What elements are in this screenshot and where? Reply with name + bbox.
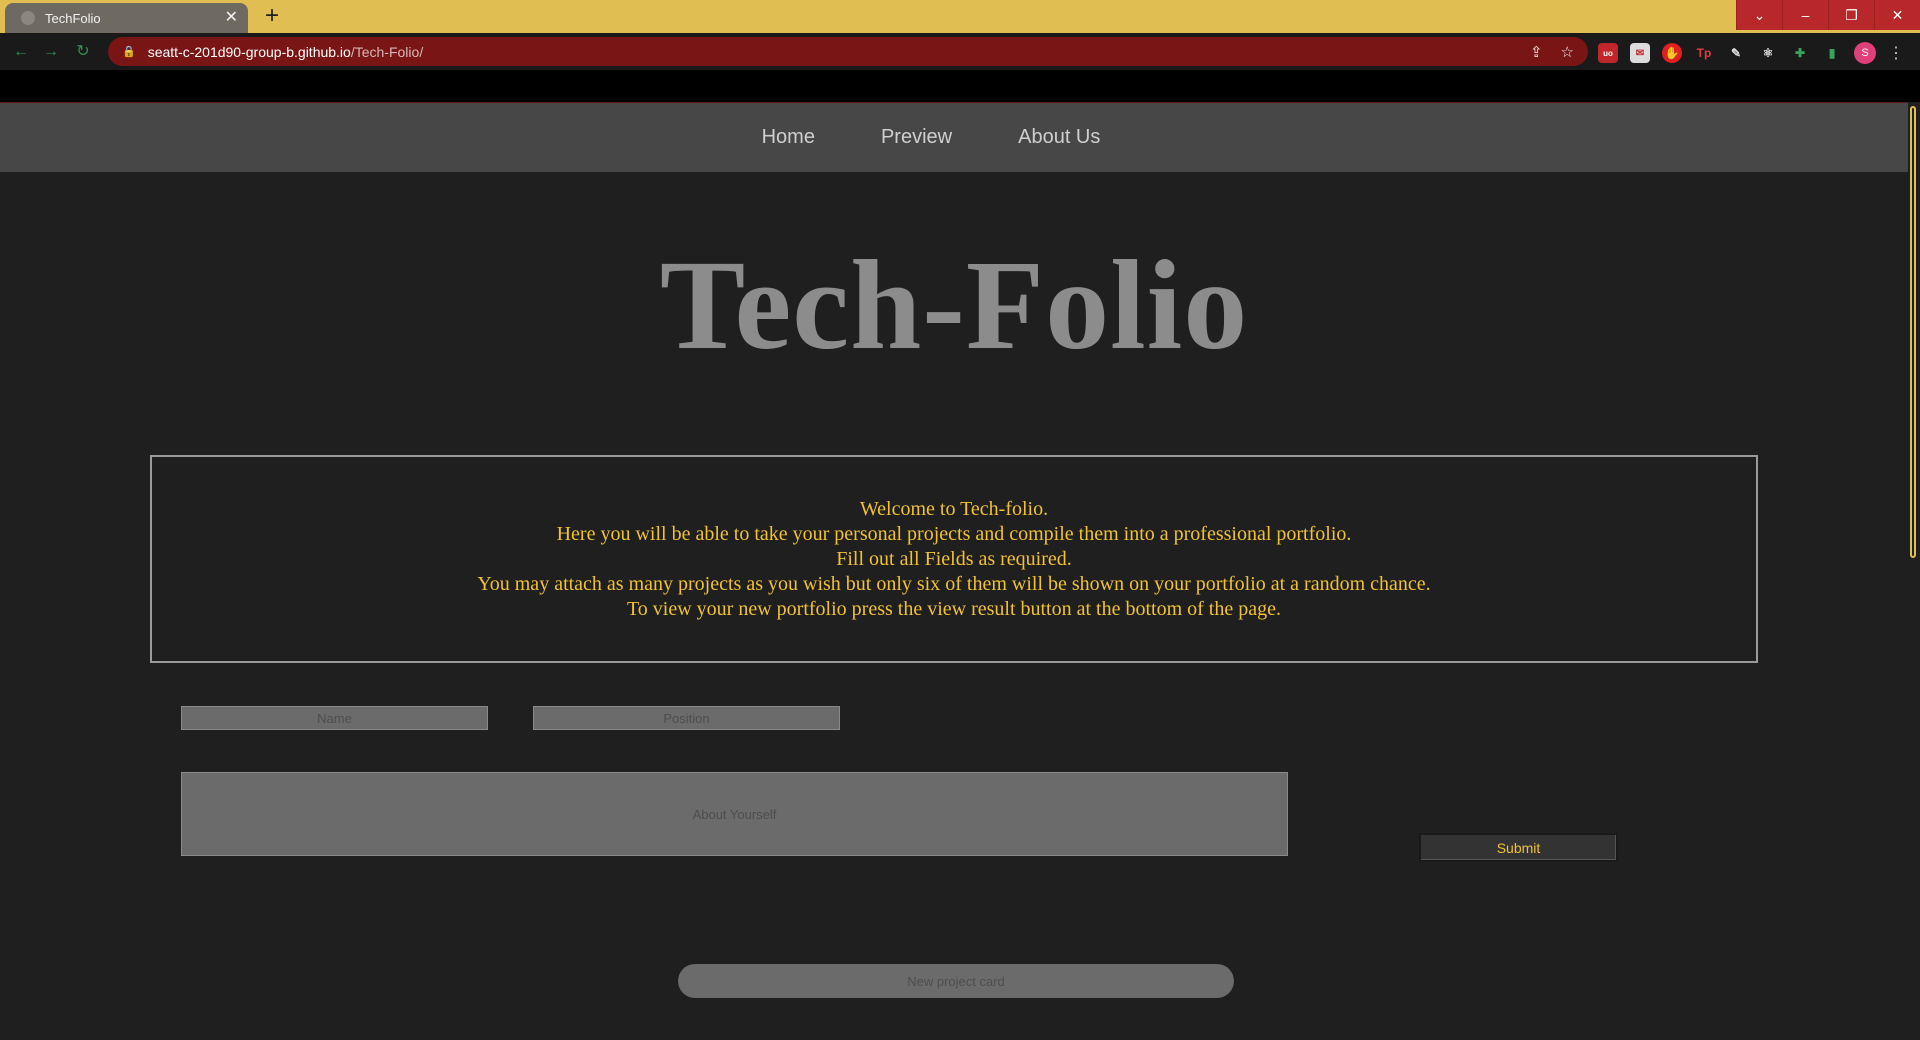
- restore-button[interactable]: ❐: [1828, 0, 1874, 30]
- url-host: seatt-c-201d90-group-b.github.io: [147, 43, 351, 60]
- welcome-box: Welcome to Tech-folio. Here you will be …: [150, 455, 1758, 663]
- welcome-line: To view your new portfolio press the vie…: [626, 598, 1281, 620]
- nav-link-preview[interactable]: Preview: [881, 126, 952, 149]
- react-devtools-icon[interactable]: ⚛: [1758, 43, 1778, 63]
- close-window-button[interactable]: ✕: [1874, 0, 1920, 30]
- translate-extension-icon[interactable]: ✎: [1726, 43, 1746, 63]
- page-title: Tech-Folio: [659, 234, 1249, 376]
- welcome-line: You may attach as many projects as you w…: [477, 573, 1431, 595]
- browser-tab[interactable]: TechFolio ✕: [5, 3, 248, 33]
- about-yourself-textarea[interactable]: [181, 772, 1288, 856]
- submit-button[interactable]: Submit: [1419, 833, 1618, 862]
- puzzle-extensions-icon[interactable]: ✚: [1790, 43, 1810, 63]
- ublock-extension-icon[interactable]: uo: [1598, 43, 1618, 63]
- share-icon[interactable]: ⇪: [1530, 43, 1543, 61]
- browser-tabstrip: TechFolio ✕ + ⌄ – ❐ ✕: [0, 0, 1920, 33]
- tab-close-icon[interactable]: ✕: [225, 10, 238, 26]
- bookmarks-bar: [0, 70, 1920, 102]
- menu-kebab-icon[interactable]: ⋮: [1888, 43, 1904, 63]
- page-content: Home Preview About Us Tech-Folio Welcome…: [0, 102, 1908, 1040]
- tab-title: TechFolio: [45, 10, 101, 26]
- nav-link-home[interactable]: Home: [762, 126, 815, 149]
- new-project-card-button[interactable]: New project card: [678, 964, 1234, 998]
- extensions-area: uo ✉ ✋ Tp ✎ ⚛ ✚ ▮ S ⋮: [1598, 42, 1904, 64]
- tab-favicon-icon: [21, 11, 35, 25]
- position-input[interactable]: [533, 706, 840, 730]
- reload-icon[interactable]: ↻: [72, 41, 94, 63]
- bookmark-star-icon[interactable]: ☆: [1561, 43, 1574, 61]
- minimize-button[interactable]: –: [1782, 0, 1828, 30]
- welcome-line: Here you will be able to take your perso…: [556, 523, 1352, 545]
- window-controls: ⌄ – ❐ ✕: [1736, 0, 1920, 30]
- lock-icon: 🔒: [122, 46, 136, 58]
- mail-extension-icon[interactable]: ✉: [1630, 43, 1650, 63]
- side-panel-icon[interactable]: ▮: [1822, 43, 1842, 63]
- new-tab-button[interactable]: +: [258, 4, 286, 30]
- browser-toolbar: ← → ↻ 🔒 seatt-c-201d90-group-b.github.io…: [0, 33, 1920, 70]
- nav-link-about-us[interactable]: About Us: [1018, 126, 1100, 149]
- back-arrow-icon[interactable]: ←: [10, 41, 32, 63]
- url-path: /Tech-Folio/: [350, 43, 424, 60]
- name-input[interactable]: [181, 706, 488, 730]
- profile-avatar[interactable]: S: [1854, 42, 1876, 64]
- welcome-line: Fill out all Fields as required.: [836, 548, 1072, 570]
- page-scrollbar[interactable]: [1908, 102, 1920, 1040]
- forward-arrow-icon[interactable]: →: [40, 41, 62, 63]
- site-navbar: Home Preview About Us: [0, 102, 1908, 172]
- adblock-extension-icon[interactable]: ✋: [1662, 43, 1682, 63]
- scrollbar-thumb[interactable]: [1910, 106, 1916, 558]
- welcome-line: Welcome to Tech-folio.: [859, 498, 1049, 520]
- address-bar[interactable]: 🔒 seatt-c-201d90-group-b.github.io/Tech-…: [108, 37, 1588, 66]
- tab-search-button[interactable]: ⌄: [1736, 0, 1782, 30]
- tp-extension-icon[interactable]: Tp: [1694, 43, 1714, 63]
